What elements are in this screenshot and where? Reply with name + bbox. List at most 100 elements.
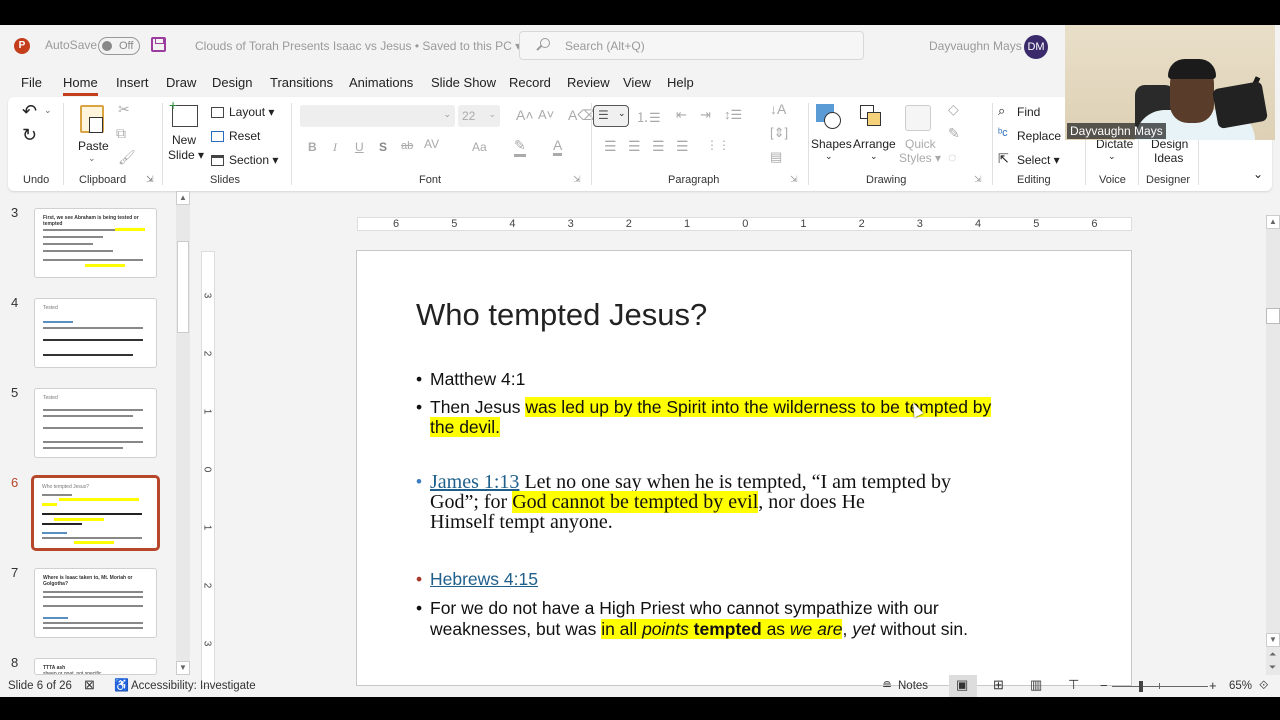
shape-fill-icon[interactable]: ◇: [948, 101, 959, 118]
scroll-down-icon[interactable]: ▼: [176, 661, 190, 675]
zoom-in-icon[interactable]: +: [1209, 678, 1217, 693]
highlight-color-icon[interactable]: ✎: [514, 137, 526, 157]
design-ideas-label-2[interactable]: Ideas: [1154, 151, 1183, 165]
redo-icon[interactable]: ↻: [22, 125, 37, 146]
format-painter-icon[interactable]: 🖌: [118, 149, 136, 166]
tab-record[interactable]: Record: [509, 75, 551, 90]
undo-icon[interactable]: ↶: [22, 101, 37, 122]
cut-icon[interactable]: ✂: [118, 101, 130, 118]
zoom-slider[interactable]: [1112, 686, 1208, 687]
slide-title[interactable]: Who tempted Jesus?: [416, 297, 707, 333]
new-slide-icon[interactable]: +: [169, 98, 198, 127]
smartart-icon[interactable]: ▤: [770, 149, 782, 165]
spellcheck-icon[interactable]: ⊠: [84, 677, 95, 693]
replace-button[interactable]: Replace: [1017, 129, 1061, 143]
italic-button[interactable]: I: [333, 140, 337, 155]
save-icon[interactable]: [151, 37, 166, 52]
find-button[interactable]: Find: [1017, 105, 1040, 119]
zoom-out-icon[interactable]: −: [1100, 678, 1108, 693]
tab-view[interactable]: View: [623, 75, 651, 90]
slideshow-icon[interactable]: ⊤: [1068, 677, 1079, 693]
decrease-font-icon[interactable]: A˅: [538, 107, 554, 122]
tab-draw[interactable]: Draw: [166, 75, 196, 90]
decrease-indent-icon[interactable]: ⇤: [676, 107, 687, 123]
previous-slide-icon[interactable]: ⏶: [1269, 649, 1276, 660]
slide-thumbnail-5[interactable]: Tested: [34, 388, 157, 458]
drawing-launcher-icon[interactable]: ⇲: [974, 174, 982, 185]
slide-sorter-icon[interactable]: ⊞: [993, 677, 1004, 693]
paste-dropdown-icon[interactable]: ⌄: [88, 153, 96, 164]
tab-insert[interactable]: Insert: [116, 75, 149, 90]
avatar[interactable]: DM: [1024, 35, 1048, 59]
tab-home[interactable]: Home: [63, 75, 98, 96]
zoom-level[interactable]: 65%: [1229, 680, 1252, 692]
notes-icon[interactable]: ≘: [882, 678, 892, 692]
tab-review[interactable]: Review: [567, 75, 610, 90]
reset-button[interactable]: Reset: [229, 129, 260, 143]
line-spacing-icon[interactable]: ↕☰: [724, 107, 742, 123]
document-title[interactable]: Clouds of Torah Presents Isaac vs Jesus …: [195, 39, 521, 53]
arrange-button[interactable]: Arrange: [853, 137, 896, 151]
tab-slide-show[interactable]: Slide Show: [431, 75, 496, 90]
bold-button[interactable]: B: [308, 140, 317, 154]
notes-button[interactable]: Notes: [898, 680, 928, 692]
search-input[interactable]: Search (Alt+Q): [519, 31, 864, 60]
tab-animations[interactable]: Animations: [349, 75, 413, 90]
accessibility-icon[interactable]: ♿: [114, 678, 129, 692]
tab-design[interactable]: Design: [212, 75, 252, 90]
arrange-icon[interactable]: [860, 105, 881, 126]
select-button[interactable]: Select ▾: [1017, 153, 1060, 167]
thumbnail-scrollbar[interactable]: ▲ ▼: [176, 191, 190, 675]
change-case-button[interactable]: Aa: [472, 140, 487, 154]
numbering-icon[interactable]: ⒈☰: [636, 107, 661, 126]
collapse-ribbon-icon[interactable]: ⌄: [1253, 167, 1263, 181]
align-right-icon[interactable]: ☰: [652, 138, 665, 155]
shape-effects-icon[interactable]: ◌: [948, 149, 956, 165]
paste-icon[interactable]: [80, 105, 104, 133]
scroll-up-icon[interactable]: ▲: [1266, 215, 1280, 229]
quick-styles-dropdown[interactable]: Styles ▾: [899, 151, 941, 165]
james-link[interactable]: James 1:13: [430, 471, 519, 493]
scroll-down-icon[interactable]: ▼: [1266, 633, 1280, 647]
shadow-button[interactable]: S: [379, 140, 387, 154]
normal-view-icon[interactable]: ▣: [956, 677, 968, 693]
clipboard-launcher-icon[interactable]: ⇲: [146, 174, 154, 185]
align-left-icon[interactable]: ☰: [604, 138, 617, 155]
zoom-slider-thumb[interactable]: [1139, 681, 1144, 692]
slide-thumbnail-3[interactable]: First, we see Abraham is being tested or…: [34, 208, 157, 278]
reading-view-icon[interactable]: ▥: [1030, 677, 1042, 693]
columns-icon[interactable]: ⋮⋮: [706, 138, 730, 152]
font-color-icon[interactable]: A: [553, 137, 563, 156]
increase-font-icon[interactable]: A˄: [516, 107, 534, 123]
accessibility-status[interactable]: Accessibility: Investigate: [131, 680, 256, 692]
increase-indent-icon[interactable]: ⇥: [700, 107, 711, 123]
slide-thumbnail-4[interactable]: Tested: [34, 298, 157, 368]
slide-thumbnail-6-selected[interactable]: Who tempted Jesus?: [31, 475, 160, 551]
font-name-dropdown[interactable]: ⌄: [300, 105, 455, 127]
layout-button[interactable]: Layout ▾: [229, 105, 274, 119]
align-text-icon[interactable]: [⇕]: [770, 125, 788, 141]
undo-dropdown-icon[interactable]: ⌄: [44, 105, 52, 116]
next-slide-icon[interactable]: ⏷: [1269, 662, 1276, 673]
slide-thumbnail-8[interactable]: TTTA ash sheep or goat, not specific: [34, 658, 157, 675]
character-spacing-button[interactable]: AV: [424, 137, 439, 151]
scrollbar-thumb[interactable]: [1266, 308, 1280, 324]
shapes-button[interactable]: Shapes: [811, 137, 852, 151]
tab-help[interactable]: Help: [667, 75, 694, 90]
tab-file[interactable]: File: [21, 75, 42, 90]
new-slide-dropdown[interactable]: Slide ▾: [168, 148, 204, 162]
slide-scrollbar[interactable]: ▲ ▼ ⏶ ⏷: [1266, 215, 1280, 675]
underline-button[interactable]: U: [355, 140, 364, 154]
slide-canvas[interactable]: Who tempted Jesus? • Matthew 4:1 • Then …: [356, 250, 1132, 686]
section-button[interactable]: Section ▾: [229, 153, 278, 167]
bullets-button[interactable]: ☰ ⌄: [593, 105, 629, 127]
font-size-dropdown[interactable]: 22 ⌄: [458, 105, 500, 127]
paste-button[interactable]: Paste: [78, 139, 109, 153]
font-launcher-icon[interactable]: ⇲: [573, 174, 581, 185]
shapes-icon[interactable]: [816, 104, 841, 129]
quick-styles-label[interactable]: Quick: [905, 137, 936, 151]
align-center-icon[interactable]: ☰: [628, 138, 641, 155]
slide-thumbnail-7[interactable]: Where is Isaac taken to, Mt. Moriah or G…: [34, 568, 157, 638]
fit-to-window-icon[interactable]: ⟐: [1259, 678, 1268, 693]
autosave-toggle[interactable]: Off: [98, 37, 140, 55]
